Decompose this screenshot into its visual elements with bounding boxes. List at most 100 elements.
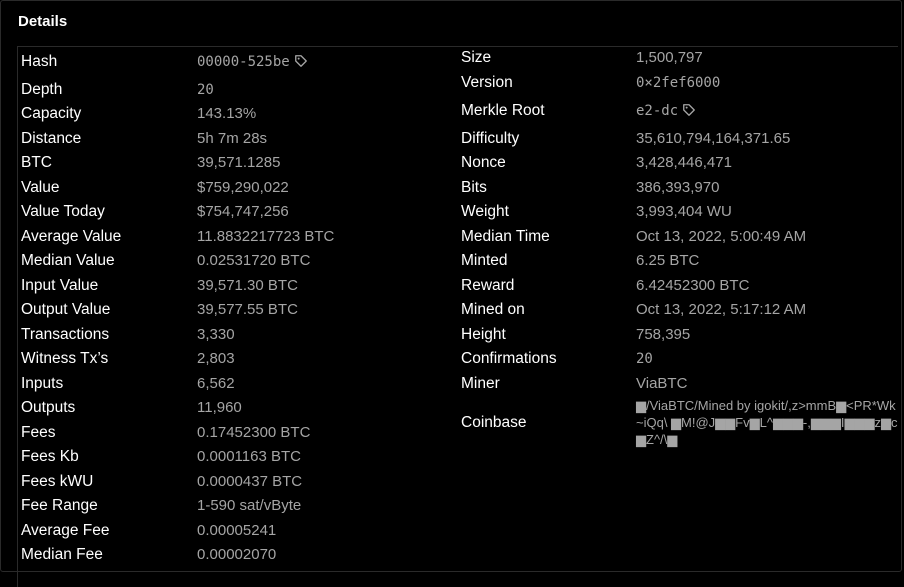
detail-label-inputs: Inputs — [21, 375, 64, 392]
detail-label-median-value: Median Value — [21, 252, 115, 269]
detail-row-median-fee: Median Fee 0.00002070 — [18, 543, 458, 567]
detail-row-miner: Miner ViaBTC — [458, 372, 898, 396]
detail-label-fees-kwu: Fees kWU — [21, 473, 94, 490]
detail-label-median-fee: Median Fee — [21, 546, 103, 563]
detail-value-wrap-difficulty: 35,610,794,164,371.65 — [636, 127, 790, 151]
detail-label-minted: Minted — [461, 252, 508, 269]
detail-row-difficulty: Difficulty 35,610,794,164,371.65 — [458, 127, 898, 151]
detail-value-wrap-capacity: 143.13% — [197, 102, 256, 126]
detail-value-wrap-merkle-root: e2-dc — [636, 99, 696, 123]
detail-label-confirmations: Confirmations — [461, 350, 557, 367]
detail-label-input-value: Input Value — [21, 277, 99, 294]
detail-label-fee-range: Fee Range — [21, 497, 98, 514]
detail-label-fees-kb: Fees Kb — [21, 448, 79, 465]
detail-label-height: Height — [461, 326, 506, 343]
detail-row-fee-range: Fee Range 1-590 sat/vByte — [18, 494, 458, 518]
detail-value-wrap-reward: 6.42452300 BTC — [636, 274, 749, 298]
tag-icon[interactable] — [682, 101, 696, 116]
detail-value-value: $759,290,022 — [197, 179, 289, 196]
detail-row-depth: Depth 20 — [18, 78, 458, 102]
detail-label-outputs: Outputs — [21, 399, 76, 416]
detail-value-mined-on: Oct 13, 2022, 5:17:12 AM — [636, 301, 807, 318]
detail-row-input-value: Input Value 39,571.30 BTC — [18, 274, 458, 298]
detail-row-fees-kwu: Fees kWU 0.0000437 BTC — [18, 470, 458, 494]
detail-row-value: Value $759,290,022 — [18, 176, 458, 200]
detail-value-wrap-confirmations: 20 — [636, 347, 653, 371]
panel-title: Details — [18, 13, 68, 30]
detail-row-value-today: Value Today $754,747,256 — [18, 200, 458, 224]
detail-value-wrap-weight: 3,993,404 WU — [636, 200, 732, 224]
detail-value-distance: 5h 7m 28s — [197, 130, 268, 147]
detail-row-outputs: Outputs 11,960 — [18, 396, 458, 420]
detail-label-coinbase: Coinbase — [461, 414, 527, 431]
detail-value-median-value: 0.02531720 BTC — [197, 252, 311, 269]
detail-value-wrap-mined-on: Oct 13, 2022, 5:17:12 AM — [636, 298, 806, 322]
detail-value-confirmations: 20 — [636, 351, 653, 367]
detail-label-median-time: Median Time — [461, 228, 550, 245]
detail-label-btc: BTC — [21, 154, 52, 171]
detail-label-version: Version — [461, 74, 513, 91]
tag-icon[interactable] — [294, 52, 308, 67]
detail-label-reward: Reward — [461, 277, 515, 294]
detail-row-capacity: Capacity 143.13% — [18, 102, 458, 126]
detail-value-average-fee: 0.00005241 — [197, 522, 277, 539]
detail-value-depth: 20 — [197, 82, 214, 98]
detail-row-witness-tx-s: Witness Tx’s 2,803 — [18, 347, 458, 371]
detail-value-version: 0×2fef6000 — [636, 75, 721, 91]
detail-row-transactions: Transactions 3,330 — [18, 323, 458, 347]
detail-value-merkle-root[interactable]: e2-dc — [636, 103, 678, 119]
detail-value-weight: 3,993,404 WU — [636, 203, 732, 220]
detail-value-wrap-btc: 39,571.1285 — [197, 151, 280, 175]
detail-row-nonce: Nonce 3,428,446,471 — [458, 151, 898, 175]
detail-label-distance: Distance — [21, 130, 82, 147]
detail-value-miner: ViaBTC — [636, 375, 688, 392]
detail-value-input-value: 39,571.30 BTC — [197, 277, 298, 294]
detail-value-wrap-median-fee: 0.00002070 — [197, 543, 276, 567]
detail-label-value-today: Value Today — [21, 203, 105, 220]
detail-value-wrap-value: $759,290,022 — [197, 176, 289, 200]
detail-row-average-value: Average Value 11.8832217723 BTC — [18, 225, 458, 249]
detail-label-output-value: Output Value — [21, 301, 111, 318]
coinbase-value: ▆/ViaBTC/Mined by igokit/,z>mmB▆<PR*Wk~i… — [636, 398, 898, 447]
detail-row-weight: Weight 3,993,404 WU — [458, 200, 898, 224]
detail-value-nonce: 3,428,446,471 — [636, 154, 732, 171]
detail-value-wrap-fees: 0.17452300 BTC — [197, 421, 310, 445]
detail-value-difficulty: 35,610,794,164,371.65 — [636, 130, 791, 147]
detail-value-minted: 6.25 BTC — [636, 252, 700, 269]
detail-value-bits: 386,393,970 — [636, 179, 720, 196]
detail-value-wrap-input-value: 39,571.30 BTC — [197, 274, 298, 298]
detail-value-transactions: 3,330 — [197, 326, 235, 343]
detail-row-median-value: Median Value 0.02531720 BTC — [18, 249, 458, 273]
detail-row-fees: Fees 0.17452300 BTC — [18, 421, 458, 445]
detail-label-merkle-root: Merkle Root — [461, 102, 545, 119]
detail-value-average-value: 11.8832217723 BTC — [197, 228, 335, 245]
detail-value-median-time: Oct 13, 2022, 5:00:49 AM — [636, 228, 807, 245]
detail-value-wrap-value-today: $754,747,256 — [197, 200, 289, 224]
detail-row-version: Version 0×2fef6000 — [458, 71, 898, 95]
detail-value-wrap-miner: ViaBTC — [636, 372, 687, 396]
detail-value-wrap-witness-tx-s: 2,803 — [197, 347, 235, 371]
detail-row-mined-on: Mined on Oct 13, 2022, 5:17:12 AM — [458, 298, 898, 322]
detail-value-wrap-bits: 386,393,970 — [636, 176, 719, 200]
detail-value-outputs: 11,960 — [197, 399, 242, 416]
detail-label-nonce: Nonce — [461, 154, 506, 171]
detail-row-btc: BTC 39,571.1285 — [18, 151, 458, 175]
detail-label-transactions: Transactions — [21, 326, 110, 343]
detail-value-wrap-median-time: Oct 13, 2022, 5:00:49 AM — [636, 225, 806, 249]
detail-value-output-value: 39,577.55 BTC — [197, 301, 298, 318]
detail-value-witness-tx-s: 2,803 — [197, 350, 235, 367]
detail-value-wrap-depth: 20 — [197, 78, 214, 102]
detail-row-output-value: Output Value 39,577.55 BTC — [18, 298, 458, 322]
detail-row-height: Height 758,395 — [458, 323, 898, 347]
detail-label-witness-tx-s: Witness Tx’s — [21, 350, 109, 367]
detail-row-bits: Bits 386,393,970 — [458, 176, 898, 200]
detail-label-hash: Hash — [21, 53, 58, 70]
detail-label-capacity: Capacity — [21, 105, 82, 122]
detail-value-capacity: 143.13% — [197, 105, 257, 122]
detail-row-confirmations: Confirmations 20 — [458, 347, 898, 371]
detail-label-fees: Fees — [21, 424, 56, 441]
detail-value-fees: 0.17452300 BTC — [197, 424, 311, 441]
detail-value-wrap-fees-kb: 0.0001163 BTC — [197, 445, 301, 469]
detail-value-wrap-median-value: 0.02531720 BTC — [197, 249, 310, 273]
detail-value-hash[interactable]: 00000-525be — [197, 54, 290, 70]
